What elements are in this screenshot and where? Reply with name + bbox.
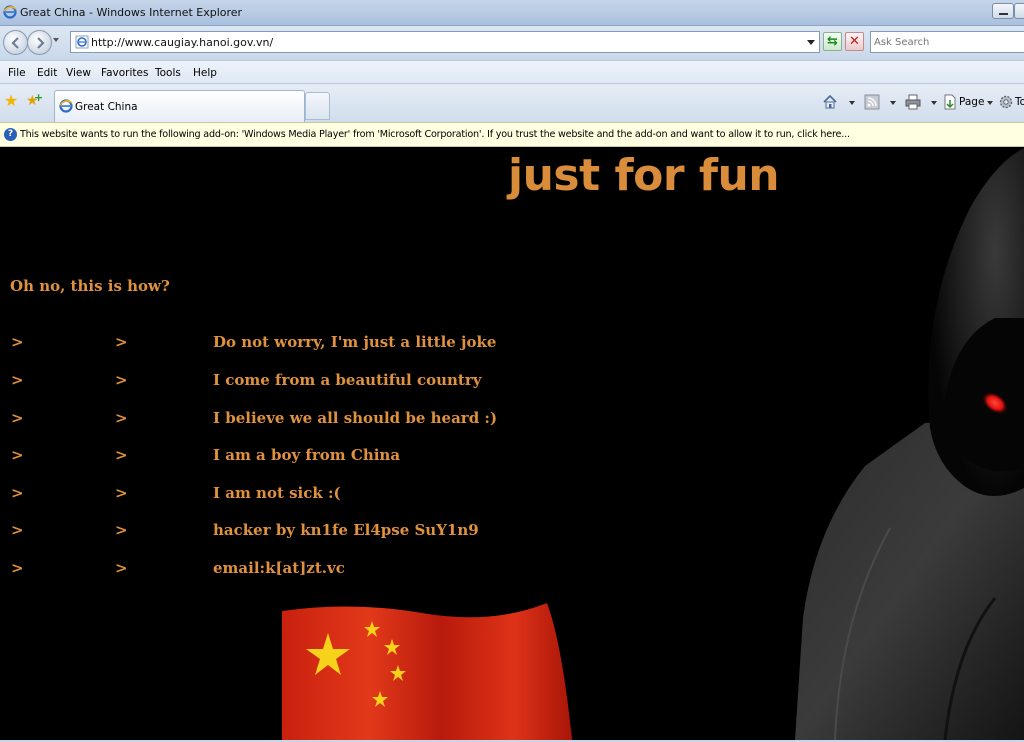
arrow-marker: > [115, 409, 128, 427]
arrow-marker: > [115, 559, 128, 577]
arrow-marker: > [115, 521, 128, 539]
message-row: > > hacker by kn1fe El4pse SuY1n9 [0, 521, 560, 543]
information-bar-text: This website wants to run the following … [20, 129, 850, 140]
recent-pages-dropdown-icon[interactable] [53, 38, 59, 42]
forward-button[interactable] [27, 30, 52, 55]
menu-favorites[interactable]: Favorites [101, 67, 148, 79]
add-favorites-icon[interactable]: ★ + [26, 91, 43, 109]
arrow-marker: > [11, 446, 24, 464]
arrow-marker: > [11, 521, 24, 539]
forward-arrow-icon [37, 37, 45, 49]
message-text: Do not worry, I'm just a little joke [213, 333, 497, 351]
search-box[interactable] [870, 31, 1024, 53]
message-row: > > Do not worry, I'm just a little joke [0, 333, 560, 355]
tab-great-china[interactable]: Great China [54, 90, 305, 122]
print-dropdown-icon[interactable] [931, 101, 937, 105]
tools-menu-label[interactable]: To [1015, 96, 1024, 108]
menu-tools[interactable]: Tools [155, 67, 181, 79]
address-bar[interactable] [70, 31, 820, 53]
tools-gear-icon[interactable] [998, 94, 1014, 110]
message-row: > > I am a boy from China [0, 446, 560, 468]
arrow-marker: > [115, 484, 128, 502]
tab-bar: ★ ★ + Great China Page To [0, 84, 1024, 122]
message-text: I am a boy from China [213, 446, 401, 464]
waving-flag-image [282, 603, 572, 740]
home-icon[interactable] [822, 94, 838, 110]
message-text: I am not sick :( [213, 484, 341, 502]
window-titlebar: Great China - Windows Internet Explorer [0, 0, 1024, 26]
back-arrow-icon [11, 37, 19, 49]
search-input[interactable] [874, 35, 1022, 50]
hooded-hacker-image [795, 148, 1024, 740]
arrow-marker: > [115, 446, 128, 464]
page-icon[interactable] [942, 94, 958, 110]
print-icon[interactable] [905, 94, 921, 110]
maximize-button[interactable] [1014, 3, 1024, 19]
arrow-marker: > [115, 371, 128, 389]
tab-label: Great China [75, 101, 138, 113]
feeds-dropdown-icon[interactable] [890, 101, 896, 105]
message-text: I believe we all should be heard :) [213, 409, 498, 427]
page-subhead: Oh no, this is how? [10, 277, 170, 295]
back-button[interactable] [3, 30, 28, 55]
window-title: Great China - Windows Internet Explorer [20, 6, 243, 19]
menu-help[interactable]: Help [193, 67, 217, 79]
url-input[interactable] [91, 34, 791, 50]
tab-ie-icon [59, 99, 73, 113]
message-row: > > I am not sick :( [0, 484, 560, 506]
message-row: > > I believe we all should be heard :) [0, 409, 560, 431]
page-headline: just for fun [508, 150, 780, 201]
page-ie-icon [75, 35, 89, 49]
refresh-button[interactable]: ⇆ [823, 32, 842, 51]
stop-icon: ✕ [849, 34, 860, 49]
menu-edit[interactable]: Edit [37, 67, 57, 79]
address-dropdown-icon[interactable] [807, 40, 815, 45]
message-text: hacker by kn1fe El4pse SuY1n9 [213, 521, 479, 539]
arrow-marker: > [11, 559, 24, 577]
page-menu-label[interactable]: Page [959, 96, 984, 108]
arrow-marker: > [11, 333, 24, 351]
feeds-icon[interactable] [864, 94, 880, 110]
menu-view[interactable]: View [66, 67, 91, 79]
home-dropdown-icon[interactable] [849, 101, 855, 105]
message-text: email:k[at]zt.vc [213, 559, 345, 577]
info-shield-icon: ? [4, 128, 17, 141]
menu-file[interactable]: File [8, 67, 26, 79]
minimize-button[interactable] [992, 3, 1014, 19]
arrow-marker: > [11, 409, 24, 427]
page-content: just for fun Oh no, this is how? > > Do … [0, 148, 1024, 740]
page-dropdown-icon[interactable] [987, 101, 993, 105]
new-tab-button[interactable] [305, 92, 330, 120]
information-bar[interactable]: ? This website wants to run the followin… [0, 122, 1024, 147]
stop-button[interactable]: ✕ [845, 32, 864, 51]
menu-bar: File Edit View Favorites Tools Help [0, 60, 1024, 84]
message-row: > > email:k[at]zt.vc [0, 559, 560, 581]
address-toolbar: ⇆ ✕ [0, 26, 1024, 60]
ie-logo-icon [3, 5, 17, 19]
favorites-star-icon[interactable]: ★ [4, 93, 20, 109]
refresh-icon: ⇆ [827, 34, 838, 49]
message-row: > > I come from a beautiful country [0, 371, 560, 393]
arrow-marker: > [115, 333, 128, 351]
message-text: I come from a beautiful country [213, 371, 482, 389]
arrow-marker: > [11, 371, 24, 389]
arrow-marker: > [11, 484, 24, 502]
